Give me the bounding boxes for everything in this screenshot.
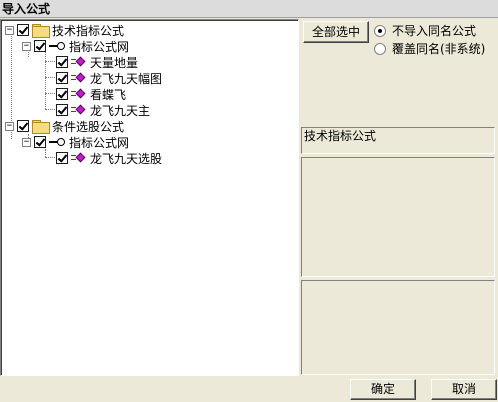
tree-node-label: 龙飞九天主 (90, 103, 151, 118)
key-icon (49, 41, 65, 51)
window-title: 导入公式 (0, 0, 498, 18)
tree-node-formula[interactable]: 天量地量 (56, 54, 138, 70)
formula-checkbox[interactable] (56, 88, 68, 100)
cancel-button[interactable]: 取消 (431, 379, 497, 400)
tree-node-label: 看蝶飞 (90, 87, 127, 102)
radio-label: 不导入同名公式 (392, 24, 477, 38)
collapse-icon[interactable]: − (22, 137, 31, 147)
tree-line (45, 157, 55, 158)
tree-node-label: 条件选股公式 (52, 119, 125, 134)
tree-node-label: 天量地量 (90, 55, 139, 70)
radio-no-import[interactable]: 不导入同名公式 (374, 22, 476, 39)
formula-tree[interactable]: − 技术指标公式 − 指标公式网 天量地量 龙飞九天幅图 看蝶飞 龙飞九天主 −… (0, 19, 299, 376)
tree-node-subgroup[interactable]: − 指标公式网 (22, 134, 129, 150)
formula-type-label: 技术指标公式 (301, 127, 495, 154)
tree-node-label: 龙飞九天幅图 (90, 71, 163, 86)
tree-node-formula[interactable]: 龙飞九天主 (56, 102, 150, 118)
formula-checkbox[interactable] (56, 56, 68, 68)
formula-icon (71, 72, 87, 84)
collapse-icon[interactable]: − (22, 41, 31, 51)
formula-checkbox[interactable] (56, 152, 68, 164)
tree-node-label: 指标公式网 (69, 39, 130, 54)
tree-line (45, 77, 55, 78)
ok-button[interactable]: 确定 (350, 379, 416, 400)
formula-icon (71, 88, 87, 100)
formula-icon (71, 152, 87, 164)
tree-line (45, 49, 46, 109)
tree-line (45, 149, 46, 157)
formula-checkbox[interactable] (56, 104, 68, 116)
radio-button[interactable] (374, 42, 386, 55)
radio-overwrite[interactable]: 覆盖同名(非系统) (374, 40, 485, 57)
radio-button[interactable] (374, 24, 386, 37)
folder-icon (32, 23, 50, 38)
tree-node-formula[interactable]: 龙飞九天幅图 (56, 70, 162, 86)
tree-node-formula[interactable]: 看蝶飞 (56, 86, 126, 102)
select-all-button[interactable]: 全部选中 (303, 21, 369, 43)
collapse-icon[interactable]: − (5, 121, 14, 131)
tree-node-label: 指标公式网 (69, 135, 130, 150)
formula-icon (71, 104, 87, 116)
key-icon (49, 137, 65, 147)
collapse-icon[interactable]: − (5, 25, 14, 35)
tree-node-subgroup[interactable]: − 指标公式网 (22, 38, 129, 54)
tree-node-group[interactable]: − 条件选股公式 (5, 118, 124, 134)
formula-description-box (301, 157, 495, 277)
subgroup-checkbox[interactable] (34, 136, 46, 148)
subgroup-checkbox[interactable] (34, 40, 46, 52)
tree-line (45, 61, 55, 62)
tree-line (45, 93, 55, 94)
formula-checkbox[interactable] (56, 72, 68, 84)
folder-icon (32, 119, 50, 134)
tree-node-label: 龙飞九天选股 (90, 151, 163, 166)
radio-label: 覆盖同名(非系统) (392, 42, 486, 56)
group-checkbox[interactable] (17, 24, 29, 36)
group-checkbox[interactable] (17, 120, 29, 132)
tree-node-group[interactable]: − 技术指标公式 (5, 22, 124, 38)
tree-node-formula[interactable]: 龙飞九天选股 (56, 150, 162, 166)
formula-detail-box (301, 280, 495, 375)
tree-node-label: 技术指标公式 (52, 23, 125, 38)
tree-line (45, 109, 55, 110)
formula-icon (71, 56, 87, 68)
